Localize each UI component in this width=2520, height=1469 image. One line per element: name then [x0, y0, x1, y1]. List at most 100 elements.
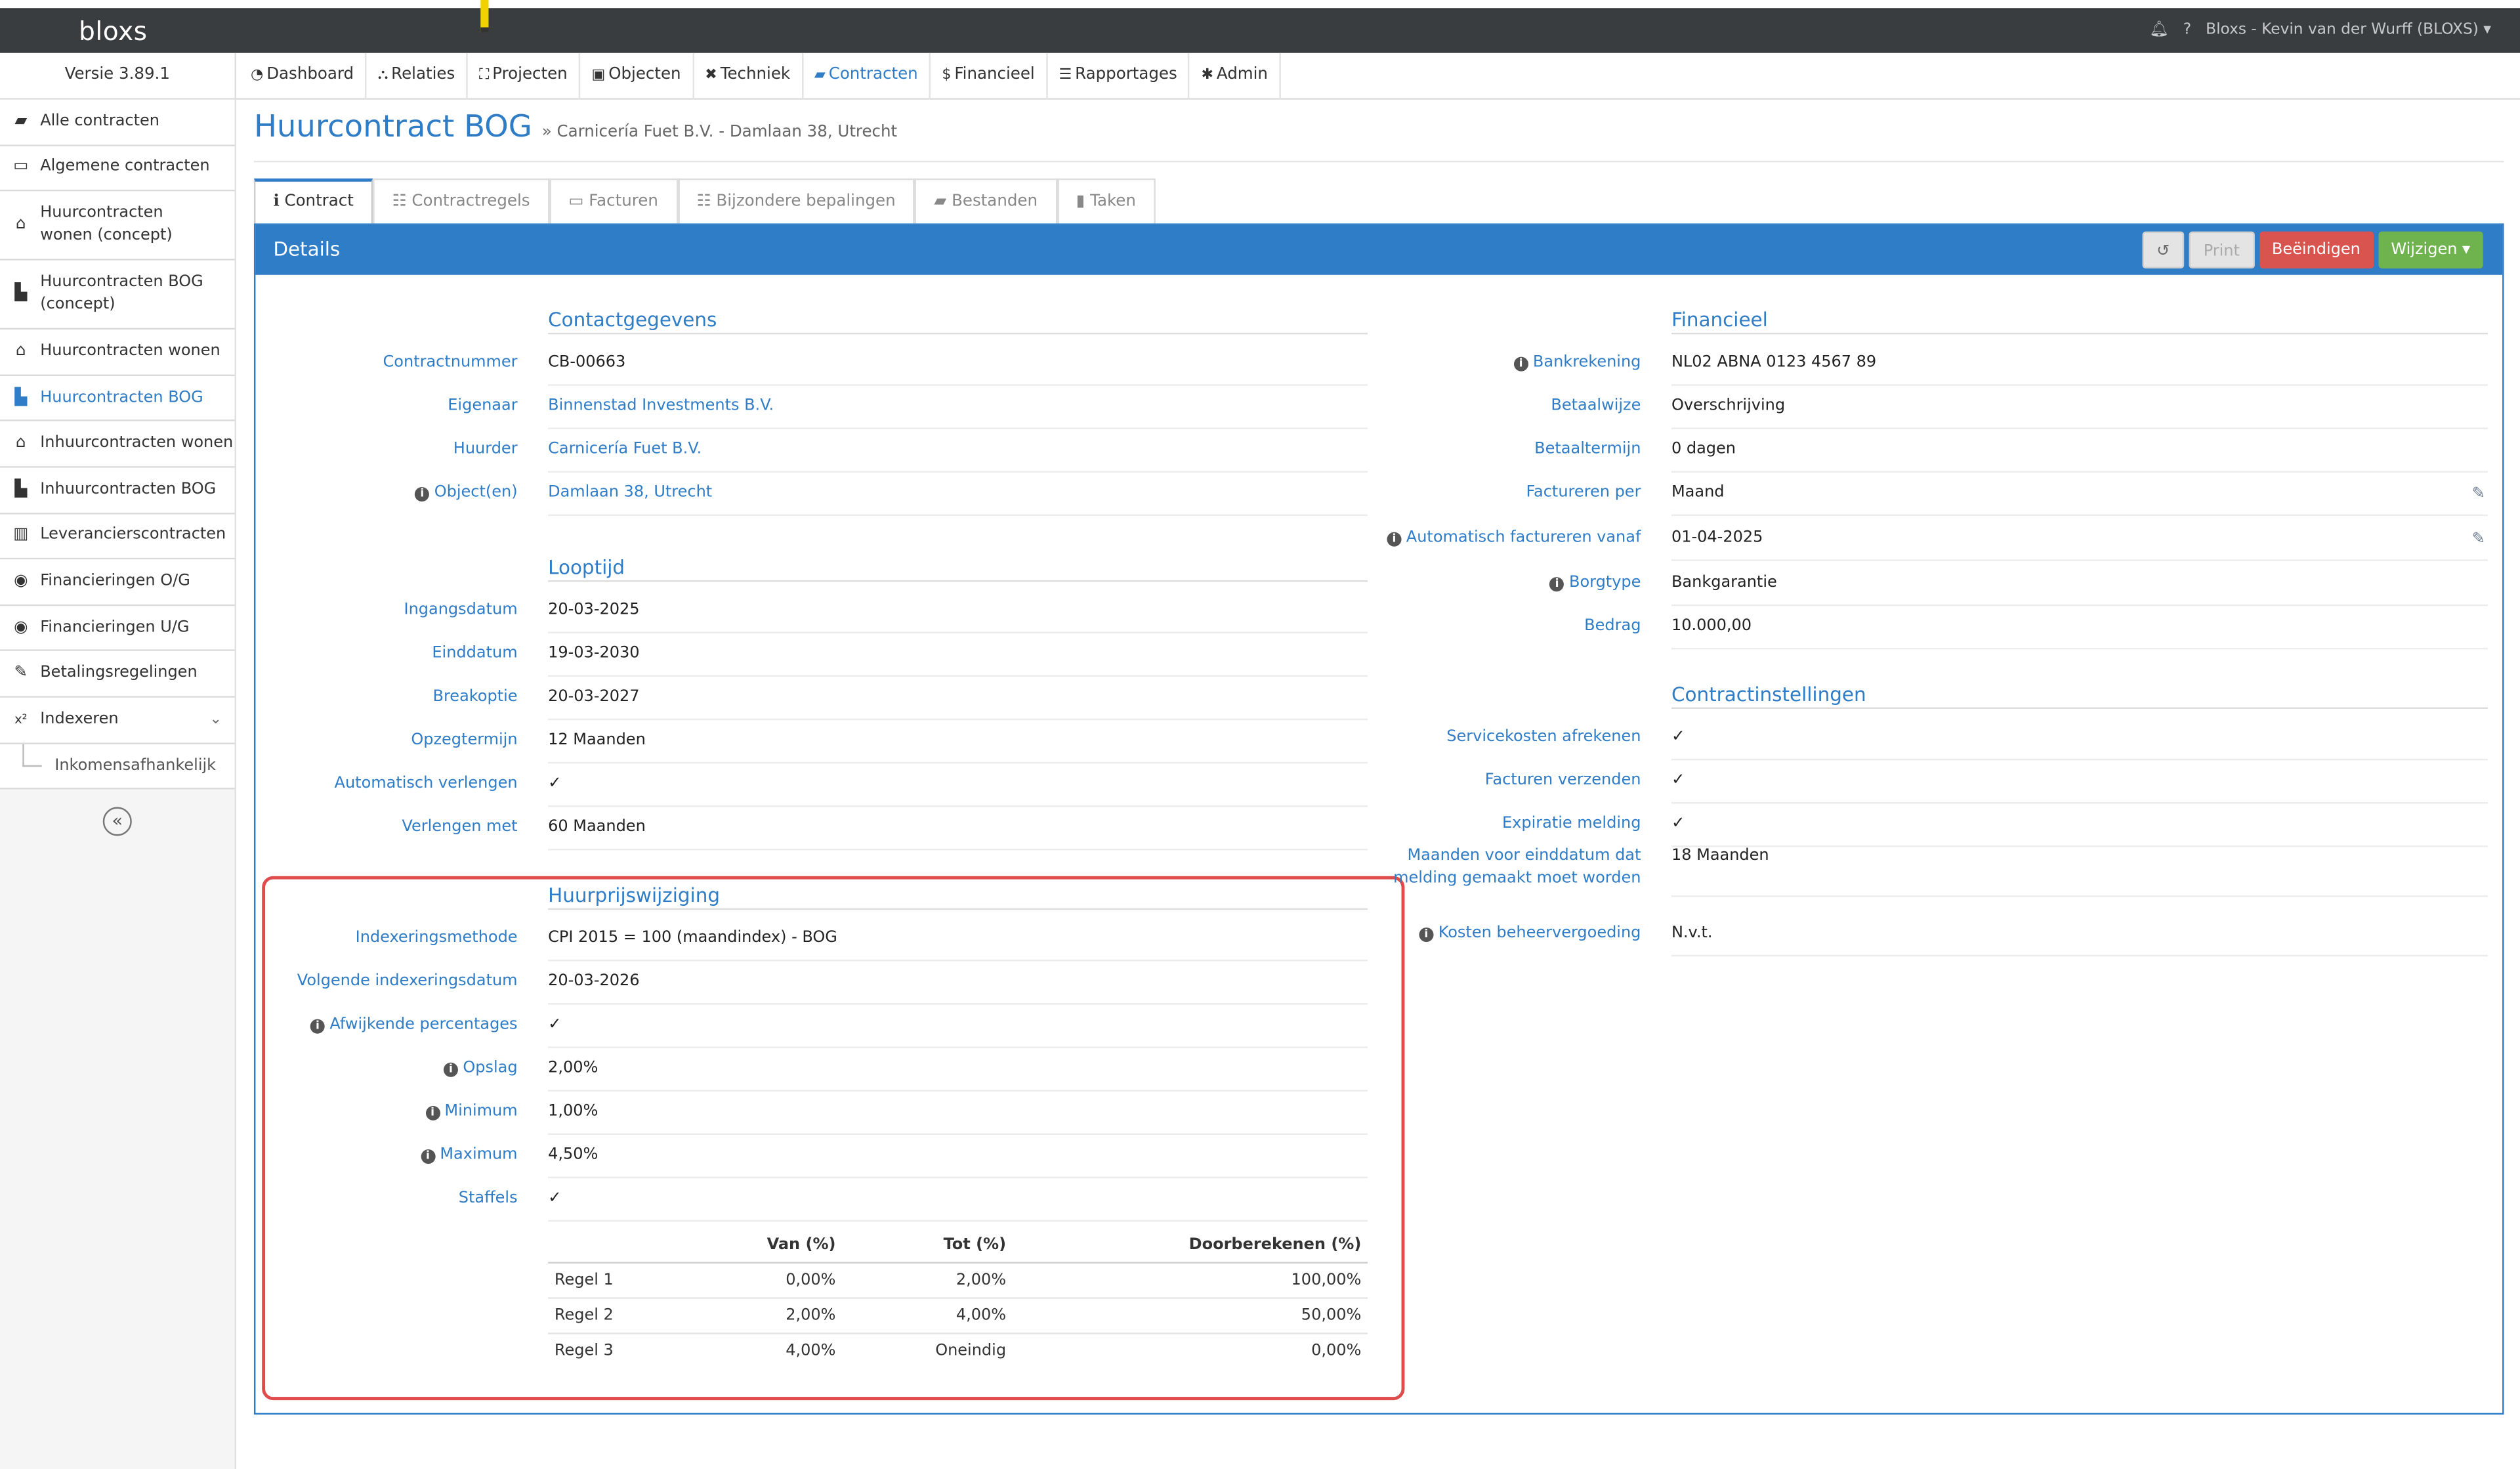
- sidebar-item-huurcontracten-wonen-concept[interactable]: ⌂ Huurcontracten wonen (concept): [0, 191, 235, 261]
- nav-dashboard[interactable]: ◔ Dashboard: [240, 53, 367, 100]
- details-title: Details: [273, 238, 341, 261]
- nav-projecten[interactable]: ⛶ Projecten: [468, 53, 581, 100]
- field-label-text: Opslag: [463, 1059, 518, 1077]
- section-contactgegevens: Contactgegevens: [548, 309, 1368, 335]
- field-row: i Afwijkende percentages ✓: [0, 1005, 2520, 1048]
- cursor-marker: [480, 0, 489, 32]
- user-name: Bloxs - Kevin van der Wurff (BLOXS): [2206, 20, 2479, 39]
- field-label-text: Borgtype: [1568, 574, 1641, 592]
- staffel-cell: Oneindig: [935, 1342, 1007, 1360]
- staffel-cell: Regel 3: [554, 1342, 614, 1360]
- field-label: Expiratie melding: [1502, 815, 1641, 833]
- print-button[interactable]: Print: [2189, 231, 2254, 268]
- info-icon[interactable]: i: [310, 1019, 325, 1034]
- field-label-text: Expiratie melding: [1502, 815, 1641, 833]
- end-contract-button[interactable]: Beëindigen: [2259, 231, 2374, 268]
- nav-techniek[interactable]: ✖ Techniek: [694, 53, 803, 100]
- nav-objecten[interactable]: ▣ Objecten: [580, 53, 694, 100]
- field-value: Maand: [1671, 484, 1725, 502]
- checkmark-icon: ✓: [1671, 771, 1685, 790]
- field-value: NL02 ABNA 0123 4567 89: [1671, 353, 1877, 372]
- info-icon[interactable]: i: [1513, 356, 1528, 372]
- tab-label: Bestanden: [952, 192, 1038, 211]
- field-label: Volgende indexeringsdatum: [297, 973, 518, 990]
- tab-contractregels[interactable]: ☷ Contractregels: [373, 178, 549, 224]
- sidebar-item-alle-contracten[interactable]: ▰ Alle contracten: [0, 99, 235, 146]
- staffel-cell: 4,00%: [786, 1342, 836, 1360]
- field-row: i Minimum 1,00%: [0, 1092, 2520, 1135]
- field-label: Betaalwijze: [1551, 397, 1641, 415]
- field-label-text: Maximum: [440, 1146, 518, 1164]
- list-icon: ☷: [696, 192, 711, 211]
- field-divider: [1671, 647, 2488, 650]
- field-row: Servicekosten afrekenen ✓: [0, 717, 2520, 761]
- field-label-line: melding gemaakt moet worden: [1393, 869, 1641, 887]
- info-icon[interactable]: i: [420, 1149, 435, 1164]
- sidebar-item-label: Alle contracten: [40, 112, 159, 130]
- nav-financieel[interactable]: $ Financieel: [931, 53, 1048, 100]
- home-icon: ⌂: [16, 215, 26, 234]
- nav-label: Relaties: [391, 66, 455, 84]
- field-label: Betaaltermijn: [1534, 440, 1641, 458]
- help-icon[interactable]: ?: [2183, 21, 2191, 39]
- tab-bestanden[interactable]: ▰ Bestanden: [915, 178, 1057, 224]
- pencil-icon[interactable]: ✎: [2472, 486, 2486, 503]
- field-row: i Kosten beheervergoeding N.v.t.: [0, 913, 2520, 957]
- field-label-text: Betaalwijze: [1551, 396, 1641, 415]
- tab-facturen[interactable]: ▭ Facturen: [549, 178, 678, 224]
- info-icon[interactable]: i: [425, 1105, 440, 1120]
- version-label: Versie 3.89.1: [0, 53, 237, 100]
- sidebar-item-huurcontracten-bog-concept[interactable]: ▙ Huurcontracten BOG (concept): [0, 261, 235, 330]
- section-contractinstellingen: Contractinstellingen: [1671, 683, 2488, 710]
- field-label: i Maximum: [420, 1146, 518, 1164]
- field-value: 4,50%: [548, 1146, 598, 1164]
- table-row: Regel 2 2,00% 4,00% 50,00%: [548, 1299, 1368, 1334]
- info-icon[interactable]: i: [1419, 927, 1434, 943]
- nav-relaties[interactable]: ⛬ Relaties: [367, 53, 468, 100]
- field-label: Servicekosten afrekenen: [1446, 728, 1641, 746]
- staffel-cell: 2,00%: [956, 1271, 1007, 1290]
- info-icon[interactable]: i: [1387, 532, 1402, 547]
- bell-icon[interactable]: 🔔︎: [2149, 21, 2169, 39]
- field-label-text: Bankrekening: [1532, 353, 1641, 372]
- calendar-icon: ▭: [13, 158, 29, 176]
- nav-contracten[interactable]: ▰ Contracten: [803, 53, 931, 100]
- info-icon: ℹ: [273, 192, 280, 211]
- field-value: 20-03-2027: [548, 688, 640, 706]
- pencil-icon[interactable]: ✎: [2472, 530, 2486, 548]
- bloxs-logo[interactable]: bloxs: [79, 16, 148, 47]
- title-divider: [253, 160, 2504, 163]
- tab-contract[interactable]: ℹ Contract: [253, 178, 373, 224]
- field-label: Staffels: [459, 1189, 518, 1207]
- field-row: Betaalwijze Overschrijving: [0, 386, 2520, 429]
- history-button[interactable]: ↺: [2142, 231, 2185, 268]
- field-value: 10.000,00: [1671, 617, 1752, 635]
- field-divider: [1671, 954, 2488, 957]
- field-label-text: Betaaltermijn: [1534, 440, 1641, 458]
- field-label-text: Automatisch factureren vanaf: [1406, 528, 1641, 547]
- details-panel-header: Details ↺ Print Beëindigen Wijzigen ▾: [255, 224, 2503, 275]
- staffel-cell: 2,00%: [786, 1307, 836, 1325]
- staffel-cell: 0,00%: [1311, 1342, 1362, 1360]
- tab-taken[interactable]: ▮ Taken: [1057, 178, 1156, 224]
- info-icon[interactable]: i: [443, 1062, 459, 1077]
- change-dropdown-button[interactable]: Wijzigen ▾: [2378, 231, 2483, 268]
- field-value: Overschrijving: [1671, 396, 1786, 415]
- staffel-cell: 100,00%: [1291, 1271, 1362, 1290]
- field-row: Bedrag 10.000,00: [0, 606, 2520, 650]
- nav-label: Rapportages: [1075, 66, 1177, 84]
- field-row: Betaaltermijn 0 dagen: [0, 429, 2520, 473]
- nav-rapportages[interactable]: ☰ Rapportages: [1047, 53, 1190, 100]
- tab-bijzondere-bepalingen[interactable]: ☷ Bijzondere bepalingen: [677, 178, 915, 224]
- info-icon[interactable]: i: [1549, 577, 1564, 592]
- dollar-icon: $: [942, 67, 952, 84]
- nav-admin[interactable]: ✱ Admin: [1190, 53, 1281, 100]
- user-menu[interactable]: Bloxs - Kevin van der Wurff (BLOXS) ▾: [2206, 21, 2491, 39]
- field-label-text: Afwijkende percentages: [329, 1015, 518, 1034]
- field-row: Volgende indexeringsdatum 20-03-2026: [0, 962, 2520, 1005]
- sidebar-item-algemene-contracten[interactable]: ▭ Algemene contracten: [0, 145, 235, 192]
- sitemap-icon: ⛬: [377, 67, 388, 84]
- field-label: Maanden voor einddatum dat melding gemaak…: [1393, 845, 1641, 891]
- sidebar-item-label: Huurcontracten BOG (concept): [40, 273, 203, 314]
- staffel-header-cell: Van (%): [766, 1236, 836, 1254]
